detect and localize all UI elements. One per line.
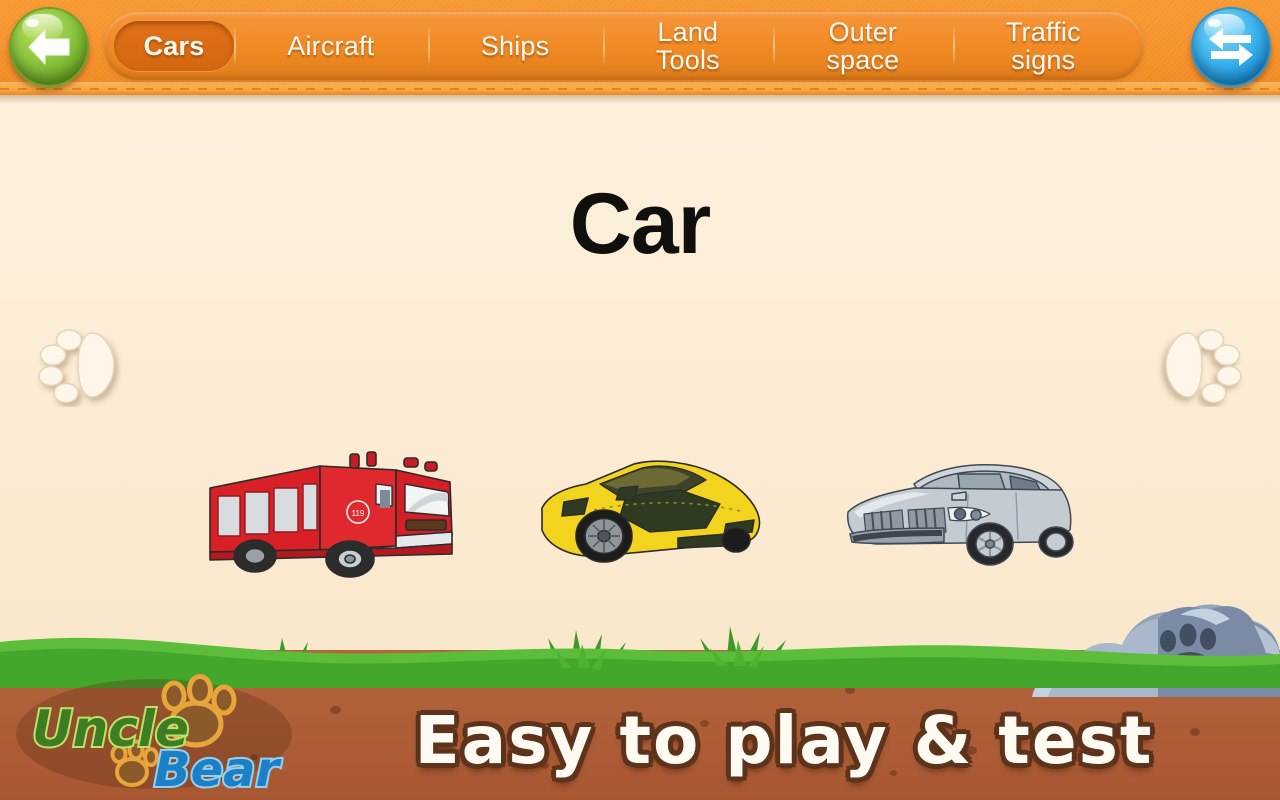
tab-cars-label: Cars bbox=[143, 31, 205, 61]
back-button[interactable] bbox=[9, 7, 89, 87]
header-drop-shadow bbox=[0, 95, 1280, 104]
top-navigation-bar: Cars Aircraft Ships Land Tools Outer spa… bbox=[0, 0, 1280, 95]
paw-print-left-icon bbox=[38, 329, 115, 404]
tab-ships[interactable]: Ships bbox=[427, 21, 603, 71]
vehicle-fire-truck[interactable]: 119 bbox=[200, 440, 460, 585]
uncle-bear-logo-art: Uncle Bear bbox=[16, 674, 292, 800]
category-tab-strip: Cars Aircraft Ships Land Tools Outer spa… bbox=[104, 12, 1144, 80]
next-paw-button[interactable] bbox=[1154, 323, 1244, 407]
header-stitch-border bbox=[0, 82, 1280, 95]
sports-car-icon bbox=[541, 460, 761, 563]
arrow-left-icon bbox=[28, 29, 70, 65]
previous-paw-button[interactable] bbox=[36, 323, 126, 407]
uncle-bear-logo[interactable]: Uncle Bear bbox=[14, 674, 294, 800]
paw-print-right-icon bbox=[1165, 329, 1242, 404]
vehicle-sports-car[interactable] bbox=[530, 440, 770, 585]
tab-traffic-signs-label: Traffic signs bbox=[1005, 17, 1081, 75]
fire-truck-icon: 119 bbox=[209, 451, 453, 578]
swap-arrows-icon bbox=[1209, 28, 1253, 66]
sedan-icon bbox=[847, 464, 1074, 566]
vehicle-choices-row: 119 bbox=[0, 405, 1280, 585]
tab-aircraft-label: Aircraft bbox=[287, 31, 375, 61]
content-stage: Car 119 Uncle Bear Easy to play & test bbox=[0, 95, 1280, 800]
svg-text:119: 119 bbox=[352, 509, 365, 518]
page-title: Car bbox=[569, 176, 711, 272]
tagline-text: Easy to play & test bbox=[414, 701, 1154, 779]
ground-scenery: Uncle Bear Easy to play & test bbox=[0, 585, 1280, 800]
tab-aircraft[interactable]: Aircraft bbox=[234, 21, 428, 71]
tagline-container: Easy to play & test bbox=[300, 692, 1268, 788]
tab-outer-space-label: Outer space bbox=[826, 17, 900, 75]
tab-cars[interactable]: Cars bbox=[114, 21, 234, 71]
tab-land-tools-label: Land Tools bbox=[655, 17, 720, 75]
tab-land-tools[interactable]: Land Tools bbox=[602, 17, 774, 75]
tab-ships-label: Ships bbox=[480, 31, 550, 61]
logo-word-bear: Bear bbox=[154, 742, 283, 792]
swap-button[interactable] bbox=[1191, 7, 1271, 87]
tab-outer-space[interactable]: Outer space bbox=[773, 17, 953, 75]
tab-traffic-signs[interactable]: Traffic signs bbox=[952, 17, 1134, 75]
vehicle-sedan[interactable] bbox=[840, 450, 1080, 585]
